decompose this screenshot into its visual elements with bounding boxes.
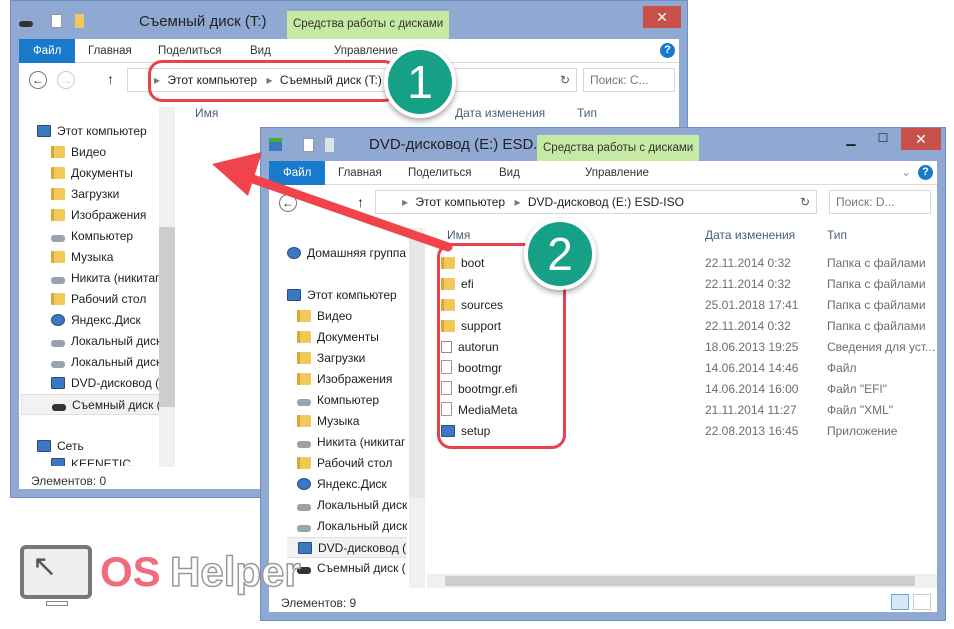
tab-manage[interactable]: Управление [585, 161, 649, 185]
forward-button[interactable]: → [57, 71, 75, 89]
large-icons-view-button[interactable] [913, 594, 931, 610]
column-date[interactable]: Дата изменения [455, 106, 545, 120]
nav-music[interactable]: Музыка [51, 247, 251, 268]
maximize-button[interactable]: ☐ [869, 131, 897, 145]
column-name[interactable]: Имя [447, 228, 470, 242]
minimize-button[interactable]: ▁ [837, 132, 865, 146]
status-item-count: Элементов: 0 [31, 474, 107, 488]
nav-nikita[interactable]: Никита (никитаг [297, 432, 407, 453]
monitor-cursor-icon: ↖ [20, 545, 92, 599]
window-title: DVD-дисковод (E:) ESD... [369, 136, 546, 153]
nav-local-disk-1[interactable]: Локальный диск [297, 495, 407, 516]
tab-home[interactable]: Главная [338, 161, 382, 185]
step-badge-2: 2 [524, 218, 596, 290]
nav-dvd-drive[interactable]: DVD-дисковод (E [51, 373, 251, 394]
search-input[interactable]: Поиск: С... [583, 68, 675, 92]
properties-icon[interactable] [303, 138, 314, 152]
nav-keenetic[interactable]: KEENETIC [51, 454, 251, 466]
os-helper-logo: ↖ OS Helper [20, 545, 301, 607]
nav-dvd-drive[interactable]: DVD-дисковод (E [287, 537, 407, 558]
column-type[interactable]: Тип [577, 106, 597, 120]
breadcrumb-dvd-drive[interactable]: DVD-дисковод (E:) ESD-ISO [528, 195, 684, 209]
nav-computer[interactable]: Компьютер [297, 390, 407, 411]
search-input[interactable]: Поиск: D... [829, 190, 931, 214]
nav-video[interactable]: Видео [51, 142, 251, 163]
column-date[interactable]: Дата изменения [705, 228, 795, 242]
close-button[interactable]: ✕ [901, 128, 941, 150]
nav-pictures[interactable]: Изображения [51, 205, 251, 226]
tab-view[interactable]: Вид [499, 161, 520, 185]
nav-removable-disk[interactable]: Съемный диск ( [297, 558, 407, 579]
nav-desktop[interactable]: Рабочий стол [51, 289, 251, 310]
dvd-drive-icon [269, 138, 282, 151]
nav-yandex-disk[interactable]: Яндекс.Диск [51, 310, 251, 331]
nav-local-disk-1[interactable]: Локальный диск [51, 331, 251, 352]
refresh-icon[interactable]: ↻ [800, 191, 810, 213]
tab-share[interactable]: Поделиться [408, 161, 472, 185]
column-name[interactable]: Имя [195, 106, 218, 120]
drive-icon [19, 21, 33, 27]
column-type[interactable]: Тип [827, 228, 847, 242]
nav-video[interactable]: Видео [297, 306, 407, 327]
up-button[interactable]: ↑ [357, 194, 364, 210]
context-tab-disk-tools: Средства работы с дисками [287, 11, 450, 39]
nav-music[interactable]: Музыка [297, 411, 407, 432]
tab-file[interactable]: Файл [269, 161, 326, 185]
nav-downloads[interactable]: Загрузки [51, 184, 251, 205]
breadcrumb-this-pc[interactable]: Этот компьютер [415, 195, 505, 209]
properties-icon[interactable] [51, 14, 62, 28]
nav-removable-disk[interactable]: Съемный диск ( [21, 394, 161, 415]
ribbon-expand-icon[interactable]: ⌄ [901, 165, 911, 179]
refresh-icon[interactable]: ↻ [560, 69, 570, 91]
up-button[interactable]: ↑ [107, 71, 114, 87]
tab-home[interactable]: Главная [88, 39, 132, 63]
new-folder-icon[interactable] [325, 138, 334, 152]
nav-scrollbar[interactable] [159, 107, 175, 467]
close-button[interactable]: ✕ [643, 6, 681, 28]
nav-yandex-disk[interactable]: Яндекс.Диск [297, 474, 407, 495]
nav-local-disk-2[interactable]: Локальный диск [51, 352, 251, 373]
window-title: Съемный диск (T:) [139, 13, 267, 30]
nav-desktop[interactable]: Рабочий стол [297, 453, 407, 474]
nav-homegroup[interactable]: Домашняя группа [287, 243, 407, 264]
step-badge-1: 1 [384, 46, 456, 118]
breadcrumb-highlight [148, 60, 398, 102]
new-folder-icon[interactable] [75, 14, 84, 28]
tab-file[interactable]: Файл [19, 39, 76, 63]
help-icon[interactable]: ? [918, 165, 933, 180]
nav-documents[interactable]: Документы [51, 163, 251, 184]
nav-nikita[interactable]: Никита (никитаг [51, 268, 251, 289]
front-explorer-window: DVD-дисковод (E:) ESD... Средства работы… [260, 127, 946, 621]
context-tab-disk-tools: Средства работы с дисками [537, 135, 700, 161]
back-button[interactable]: ← [279, 194, 297, 212]
details-view-button[interactable] [891, 594, 909, 610]
help-icon[interactable]: ? [660, 43, 675, 58]
nav-local-disk-2[interactable]: Локальный диск [297, 516, 407, 537]
back-button[interactable]: ← [29, 71, 47, 89]
nav-downloads[interactable]: Загрузки [297, 348, 407, 369]
nav-this-pc[interactable]: Этот компьютер [287, 285, 407, 306]
nav-scrollbar[interactable] [409, 228, 425, 588]
nav-documents[interactable]: Документы [297, 327, 407, 348]
horizontal-scrollbar[interactable] [427, 574, 937, 588]
nav-computer[interactable]: Компьютер [51, 226, 251, 247]
nav-pictures[interactable]: Изображения [297, 369, 407, 390]
address-bar[interactable]: ▸ Этот компьютер ▸ DVD-дисковод (E:) ESD… [375, 190, 817, 214]
navigation-pane: Домашняя группа Этот компьютер Видео Док… [287, 243, 407, 588]
nav-this-pc[interactable]: Этот компьютер [37, 121, 237, 142]
